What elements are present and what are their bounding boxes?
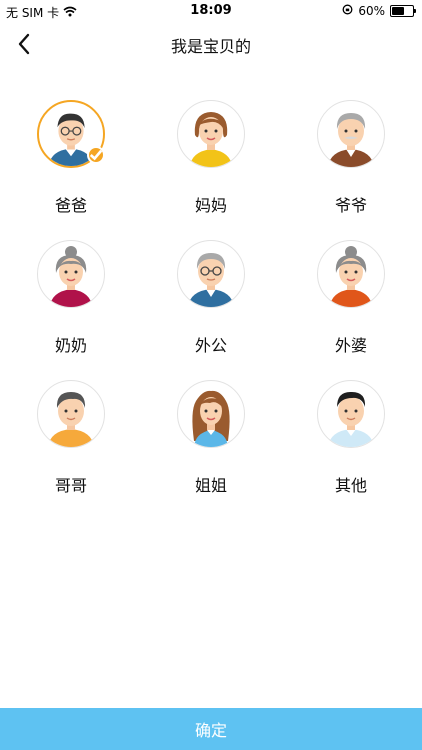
avatar-brother <box>37 380 105 448</box>
role-label: 奶奶 <box>54 336 87 355</box>
role-dad[interactable]: 爸爸 <box>11 100 131 216</box>
avatar-grandpa <box>317 100 385 168</box>
maternal-grandma-avatar-icon <box>330 246 372 307</box>
role-label: 外公 <box>194 336 227 355</box>
avatar-other <box>317 380 385 448</box>
role-sister[interactable]: 姐姐 <box>151 380 271 496</box>
role-label: 哥哥 <box>54 476 87 495</box>
role-maternal-grandma[interactable]: 外婆 <box>291 240 411 356</box>
check-icon <box>87 146 105 164</box>
battery-percent: 60% <box>358 4 385 18</box>
role-label: 妈妈 <box>194 196 227 215</box>
avatar-grandma <box>37 240 105 308</box>
sister-avatar-icon <box>192 390 230 447</box>
brother-avatar-icon <box>48 392 94 447</box>
avatar-maternal-grandpa <box>177 240 245 308</box>
mom-avatar-icon <box>190 112 232 167</box>
avatar-dad <box>37 100 105 168</box>
battery-icon <box>390 5 416 17</box>
other-avatar-icon <box>328 391 374 447</box>
role-maternal-grandpa[interactable]: 外公 <box>151 240 271 356</box>
role-label: 爷爷 <box>334 196 367 215</box>
grandpa-avatar-icon <box>328 113 374 167</box>
role-brother[interactable]: 哥哥 <box>11 380 131 496</box>
page-title: 我是宝贝的 <box>170 37 251 56</box>
avatar-mom <box>177 100 245 168</box>
grandma-avatar-icon <box>50 246 92 307</box>
orientation-lock-icon <box>342 4 353 18</box>
role-grandma[interactable]: 奶奶 <box>11 240 131 356</box>
role-label: 姐姐 <box>194 476 227 495</box>
avatar-sister <box>177 380 245 448</box>
maternal-grandpa-avatar-icon <box>188 253 234 307</box>
status-bar: 无 SIM 卡 18:09 60% <box>0 0 422 22</box>
role-label: 外婆 <box>334 336 367 355</box>
role-label: 其他 <box>334 476 367 495</box>
role-grandpa[interactable]: 爷爷 <box>291 100 411 216</box>
nav-bar: 我是宝贝的 <box>0 22 422 66</box>
role-mom[interactable]: 妈妈 <box>151 100 271 216</box>
role-label: 爸爸 <box>54 196 87 215</box>
avatar-maternal-grandma <box>317 240 385 308</box>
confirm-button[interactable]: 确定 <box>0 708 422 750</box>
role-other[interactable]: 其他 <box>291 380 411 496</box>
